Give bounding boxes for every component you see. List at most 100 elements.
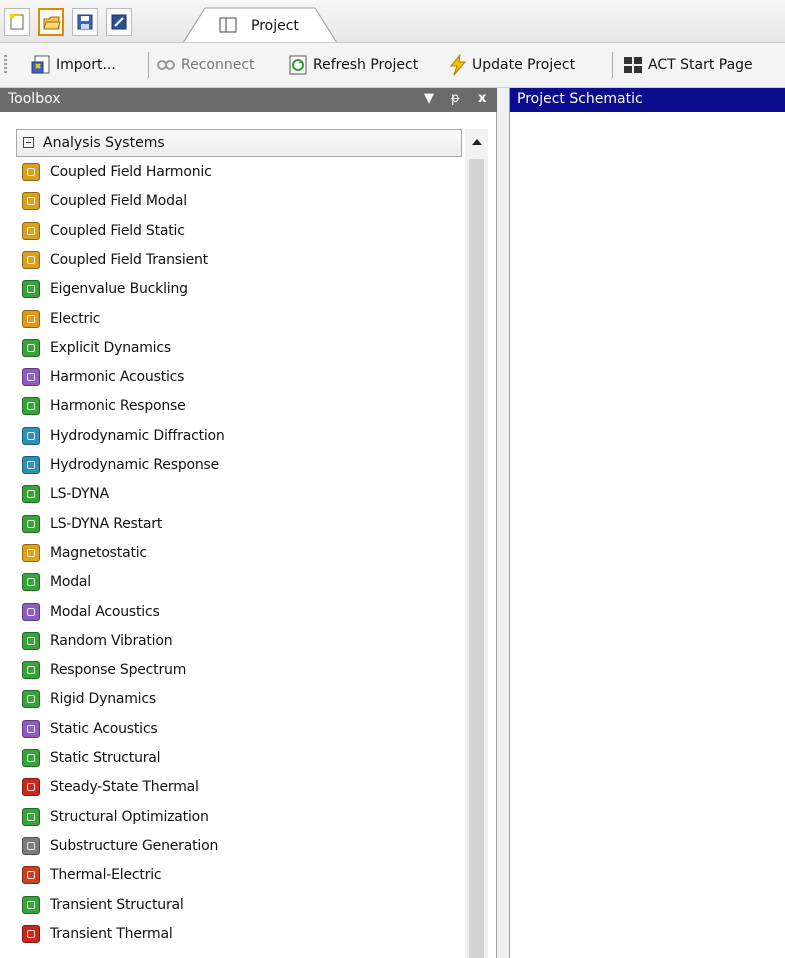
panel-splitter[interactable] — [497, 88, 510, 958]
list-item[interactable]: Coupled Field Transient — [22, 246, 462, 274]
list-item-label: Explicit Dynamics — [50, 339, 171, 356]
list-item[interactable]: Harmonic Acoustics — [22, 363, 462, 391]
list-item[interactable]: Coupled Field Modal — [22, 187, 462, 215]
list-item-label: Coupled Field Static — [50, 222, 185, 239]
list-item-label: Transient Thermal — [50, 925, 173, 942]
list-item-label: LS-DYNA — [50, 486, 109, 503]
refresh-icon — [289, 55, 307, 75]
new-project-button[interactable] — [4, 8, 30, 36]
list-item[interactable]: Static Structural — [22, 744, 462, 772]
list-item[interactable]: Static Acoustics — [22, 715, 462, 743]
toolbar-separator — [612, 52, 613, 78]
project-schematic-canvas[interactable] — [510, 112, 785, 958]
collapse-icon[interactable] — [23, 137, 34, 148]
import-button[interactable]: Import... — [30, 53, 116, 77]
harmonic-acoustics-icon — [22, 368, 40, 387]
list-item-label: Static Acoustics — [50, 720, 158, 737]
project-toolbar: Import... Reconnect Refresh Project Upda… — [0, 43, 785, 88]
tab-project[interactable]: Project — [183, 7, 338, 43]
coupled-field-transient-icon — [22, 250, 40, 269]
list-item[interactable]: Random Vibration — [22, 627, 462, 655]
eigenvalue-buckling-icon — [22, 280, 40, 299]
list-item[interactable]: Hydrodynamic Diffraction — [22, 422, 462, 450]
toolbox-close-icon[interactable]: x — [478, 91, 486, 106]
update-project-button[interactable]: Update Project — [448, 53, 575, 77]
project-schematic-header: Project Schematic — [510, 88, 785, 112]
list-item-label: Response Spectrum — [50, 662, 187, 679]
coupled-field-static-icon — [22, 221, 40, 240]
open-folder-icon — [43, 16, 61, 30]
static-acoustics-icon — [22, 719, 40, 738]
list-item-label: Coupled Field Modal — [50, 193, 187, 210]
act-grid-icon — [624, 57, 642, 73]
import-label: Import... — [56, 57, 116, 73]
save-as-icon — [111, 14, 127, 30]
open-project-button[interactable] — [38, 8, 64, 36]
scrollbar-thumb[interactable] — [469, 159, 484, 958]
project-schematic-title: Project Schematic — [517, 91, 643, 107]
refresh-project-button[interactable]: Refresh Project — [287, 53, 418, 77]
toolbox-pin-icon[interactable]: ᵽ — [451, 91, 460, 106]
list-item[interactable]: Transient Thermal — [22, 920, 462, 948]
list-item[interactable]: Electric — [22, 305, 462, 333]
toolbar-separator — [148, 52, 149, 78]
list-item[interactable]: Structural Optimization — [22, 803, 462, 831]
explicit-dynamics-icon — [22, 338, 40, 357]
electric-icon — [22, 309, 40, 328]
list-item[interactable]: LS-DYNA Restart — [22, 510, 462, 538]
save-icon — [77, 14, 93, 30]
random-vibration-icon — [22, 631, 40, 650]
top-tab-strip: Project — [0, 0, 785, 43]
toolbox-dropdown-icon[interactable]: ▼ — [424, 91, 434, 106]
hydrodynamic-response-icon — [22, 456, 40, 474]
coupled-field-modal-icon — [22, 192, 40, 211]
analysis-systems-label: Analysis Systems — [43, 135, 165, 151]
static-structural-icon — [22, 749, 40, 767]
list-item-label: Coupled Field Transient — [50, 251, 208, 268]
save-project-button[interactable] — [72, 8, 98, 36]
toolbox-panel: Analysis Systems Coupled Field Harmonic C… — [0, 112, 497, 958]
modal-acoustics-icon — [22, 602, 40, 621]
toolbar-grip[interactable] — [4, 55, 7, 75]
list-item[interactable]: Coupled Field Harmonic — [22, 158, 462, 186]
rigid-dynamics-icon — [22, 690, 40, 709]
refresh-project-label: Refresh Project — [313, 57, 419, 73]
coupled-field-harmonic-icon — [22, 163, 40, 181]
act-start-page-label: ACT Start Page — [648, 57, 753, 73]
scroll-up-arrow-icon[interactable] — [465, 129, 488, 157]
save-as-button[interactable] — [106, 8, 132, 36]
list-item[interactable]: Eigenvalue Buckling — [22, 275, 462, 303]
list-item-label: Magnetostatic — [50, 544, 147, 561]
list-item-label: Modal — [50, 574, 92, 591]
list-item[interactable]: Hydrodynamic Response — [22, 451, 462, 479]
harmonic-response-icon — [22, 397, 40, 416]
list-item-label: Harmonic Response — [50, 398, 186, 415]
reconnect-label: Reconnect — [181, 57, 255, 73]
list-item[interactable]: Modal Acoustics — [22, 598, 462, 626]
toolbox-scrollbar[interactable] — [465, 129, 488, 958]
list-item[interactable]: Steady-State Thermal — [22, 773, 462, 801]
list-item-label: Steady-State Thermal — [50, 779, 199, 796]
list-item-label: Harmonic Acoustics — [50, 369, 185, 386]
reconnect-icon — [157, 60, 175, 70]
list-item[interactable]: Coupled Field Static — [22, 217, 462, 245]
list-item-label: Modal Acoustics — [50, 603, 160, 620]
modal-icon — [22, 573, 40, 592]
thermal-electric-icon — [22, 866, 40, 885]
list-item[interactable]: Response Spectrum — [22, 656, 462, 684]
reconnect-button[interactable]: Reconnect — [155, 53, 255, 77]
list-item[interactable]: Transient Structural — [22, 891, 462, 919]
transient-thermal-icon — [22, 924, 40, 943]
list-item[interactable]: Explicit Dynamics — [22, 334, 462, 362]
list-item[interactable]: Magnetostatic — [22, 539, 462, 567]
list-item[interactable]: Substructure Generation — [22, 832, 462, 860]
act-start-page-button[interactable]: ACT Start Page — [622, 53, 753, 77]
list-item[interactable]: Harmonic Response — [22, 392, 462, 420]
list-item[interactable]: LS-DYNA — [22, 480, 462, 508]
list-item[interactable]: Modal — [22, 568, 462, 596]
analysis-systems-group-header[interactable]: Analysis Systems — [16, 129, 462, 157]
list-item-label: Random Vibration — [50, 632, 173, 649]
list-item[interactable]: Rigid Dynamics — [22, 685, 462, 713]
list-item-label: Structural Optimization — [50, 808, 209, 825]
list-item[interactable]: Thermal-Electric — [22, 861, 462, 889]
